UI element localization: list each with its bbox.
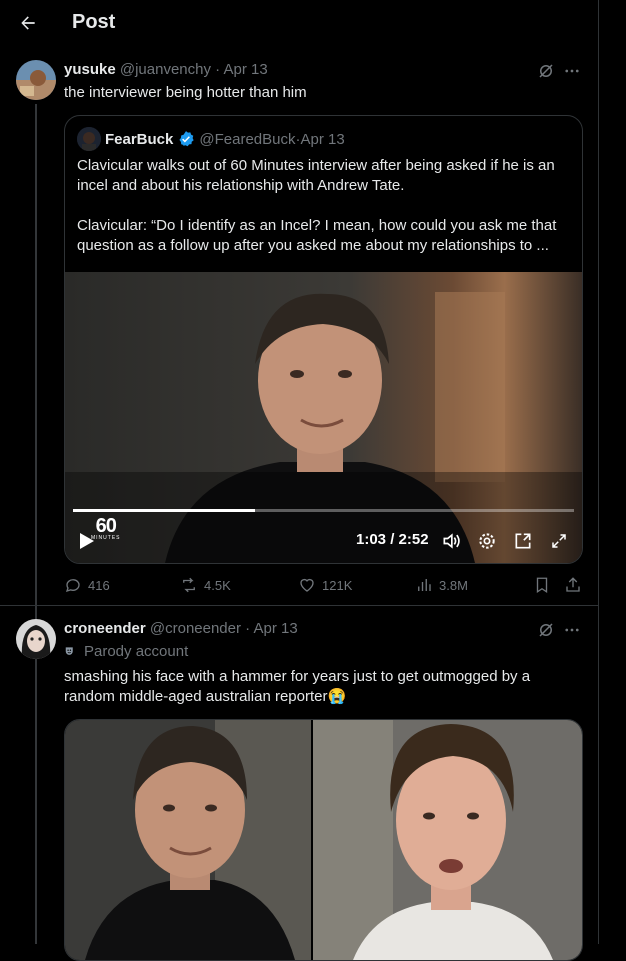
avatar-image: [16, 60, 56, 100]
reply-text: smashing his face with a hammer for year…: [64, 667, 574, 707]
quote-paragraph: Clavicular: “Do I identify as an Incel? …: [77, 217, 557, 254]
volume-icon: [443, 533, 460, 549]
quote-meta: FearBuck @FearedBuck · Apr 13: [105, 130, 345, 148]
video-progress-fill: [73, 509, 255, 512]
quote-text: Clavicular walks out of 60 Minutes inter…: [77, 156, 572, 256]
reply-button[interactable]: 416: [64, 575, 110, 595]
reply-media[interactable]: [64, 719, 583, 961]
verified-badge-icon: [179, 131, 195, 147]
quote-avatar[interactable]: [77, 127, 101, 151]
bookmark-icon: [536, 577, 548, 594]
grok-icon: [539, 623, 553, 637]
repost-count: 4.5K: [204, 577, 231, 593]
grok-icon: [539, 64, 553, 78]
bookmark-button[interactable]: [533, 575, 557, 595]
ellipsis-icon: [565, 628, 579, 632]
reporter-photo: [65, 720, 311, 960]
quote-author-name[interactable]: FearBuck: [105, 131, 173, 148]
volume-button[interactable]: [440, 530, 462, 552]
reply-more-options-button[interactable]: [562, 620, 582, 640]
reply-author-handle[interactable]: @croneender: [150, 620, 241, 637]
video-frame: [65, 272, 582, 563]
like-count: 121K: [322, 577, 353, 593]
post-text: the interviewer being hotter than him: [64, 84, 307, 101]
fullscreen-button[interactable]: [548, 530, 570, 552]
pip-icon: [515, 533, 531, 549]
reply-meta-separator: ·: [241, 620, 254, 637]
quote-date[interactable]: Apr 13: [300, 131, 344, 148]
heart-icon: [300, 578, 314, 592]
ellipsis-icon: [565, 69, 579, 73]
interviewee-photo: [313, 720, 582, 960]
reply-avatar[interactable]: [16, 619, 56, 659]
analytics-icon: [418, 579, 431, 591]
reply-text-body: smashing his face with a hammer for year…: [64, 668, 531, 705]
watermark-word: MINUTES: [91, 535, 121, 541]
thread-connector-line: [35, 104, 37, 944]
quote-avatar-image: [77, 127, 101, 151]
crying-face-emoji: 😭: [327, 688, 347, 705]
quote-author-handle[interactable]: @FearedBuck: [199, 131, 295, 148]
meta-separator: ·: [211, 61, 224, 78]
reply-date[interactable]: Apr 13: [254, 620, 298, 637]
watermark-number: 60: [95, 515, 117, 537]
grok-button[interactable]: [536, 61, 556, 81]
reply-avatar-image: [16, 619, 56, 659]
page-header: Post: [0, 0, 598, 46]
views-count: 3.8M: [439, 577, 468, 593]
back-button[interactable]: [14, 9, 42, 37]
author-handle[interactable]: @juanvenchy: [120, 61, 211, 78]
parody-label: Parody account: [64, 643, 188, 660]
theater-masks-icon: [65, 646, 73, 655]
page-title: Post: [72, 11, 116, 33]
reply-author-name[interactable]: croneender: [64, 620, 146, 637]
arrow-left-icon: [21, 16, 35, 30]
repost-icon: [183, 577, 195, 593]
video-timestamp: 1:03 / 2:52: [356, 531, 429, 548]
gear-icon: [479, 533, 495, 549]
network-watermark: 60 MINUTES: [91, 515, 121, 541]
play-icon: [80, 533, 94, 549]
repost-button[interactable]: 4.5K: [180, 575, 231, 595]
post-divider: [0, 605, 598, 606]
video-progress-bar[interactable]: [73, 509, 574, 512]
video-player[interactable]: 60 MINUTES 1:03 / 2:52: [65, 272, 582, 563]
share-button[interactable]: [564, 575, 588, 595]
reply-icon: [65, 579, 80, 593]
play-button[interactable]: [79, 532, 95, 550]
reply-count: 416: [88, 577, 110, 593]
like-button[interactable]: 121K: [298, 575, 352, 595]
post-meta: yusuke @juanvenchy · Apr 13: [64, 61, 268, 78]
reply-grok-button[interactable]: [536, 620, 556, 640]
settings-button[interactable]: [476, 530, 498, 552]
media-image-right[interactable]: [313, 720, 582, 960]
expand-icon: [552, 534, 566, 548]
avatar[interactable]: [16, 60, 56, 100]
more-options-button[interactable]: [562, 61, 582, 81]
media-image-left[interactable]: [65, 720, 311, 960]
column-border: [598, 0, 599, 944]
parody-label-text: Parody account: [84, 643, 189, 660]
share-icon: [566, 577, 580, 592]
picture-in-picture-button[interactable]: [512, 530, 534, 552]
author-name[interactable]: yusuke: [64, 61, 116, 78]
views-button[interactable]: 3.8M: [415, 575, 468, 595]
reply-meta: croneender @croneender · Apr 13: [64, 620, 298, 637]
quoted-post[interactable]: FearBuck @FearedBuck · Apr 13 Clavicular…: [64, 115, 583, 564]
post-date[interactable]: Apr 13: [224, 61, 268, 78]
quote-paragraph: Clavicular walks out of 60 Minutes inter…: [77, 157, 555, 194]
